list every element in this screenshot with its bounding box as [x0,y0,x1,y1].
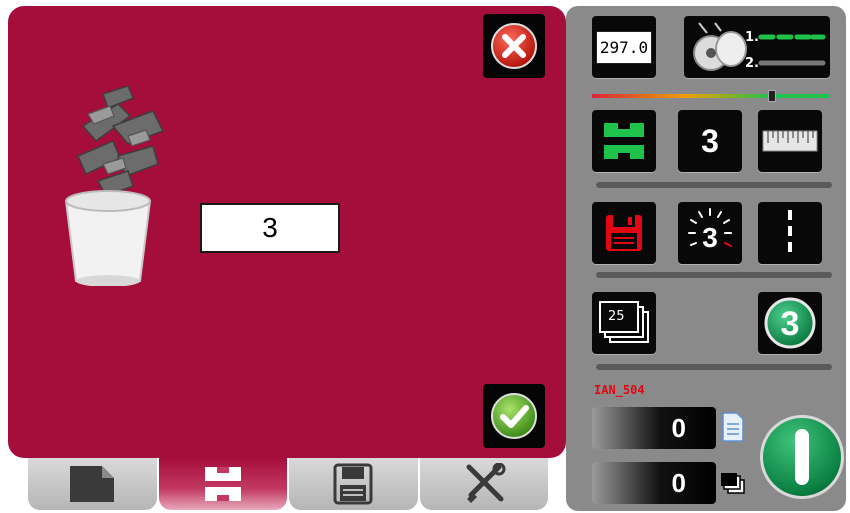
ruler-icon [762,130,818,152]
reject-panel: 3 [8,6,566,458]
reject-tray-icon [604,123,644,159]
batches-counter: 0 [592,462,716,504]
tab-document[interactable] [28,458,157,510]
save-tile[interactable] [592,202,656,264]
number-badge-tile[interactable]: 3 [758,292,822,354]
document-icon [722,412,744,442]
number-badge-icon: 3 [764,297,816,349]
reject-tray-tab-icon [204,467,241,501]
status-side-panel: 297.0 1. 2. 3 3 25 3 IAN_504 0 0 [566,6,846,511]
sheets-counter: 0 [592,407,716,449]
start-power-icon [795,429,809,485]
roll-feed-tile[interactable]: 1. 2. [684,16,830,78]
job-name-label: IAN_504 [594,383,645,397]
cut-line-tile[interactable] [758,202,822,264]
trash-bin-icon [64,86,165,286]
flash-count-tile[interactable]: 3 [678,202,742,264]
bottom-tab-bar [28,458,548,510]
reject-tray-tile[interactable] [592,110,656,172]
separator [596,272,832,278]
svg-text:3: 3 [702,222,718,253]
floppy-disk-icon [606,215,642,251]
close-button[interactable] [483,14,545,78]
batch-stack-tile[interactable]: 25 [592,292,656,354]
cut-line-icon [788,210,792,256]
speed-slider-thumb[interactable] [768,90,776,102]
svg-text:2.: 2. [745,56,759,71]
document-tab-icon [70,466,115,502]
separator [596,364,832,370]
separator [596,182,832,188]
counter-value: 3 [701,122,719,159]
tab-save[interactable] [289,458,418,510]
svg-text:1.: 1. [745,30,759,45]
start-button[interactable] [760,415,844,499]
confirm-button[interactable] [483,384,545,448]
ruler-tile[interactable] [758,110,822,172]
tab-tools[interactable] [419,458,548,510]
floppy-disk-tab-icon [333,463,373,505]
batch-stack-value: 25 [608,309,625,324]
speed-slider[interactable] [592,90,830,102]
roll-feed-icon: 1. 2. [693,22,826,71]
svg-text:3: 3 [781,305,800,343]
small-stack-icon [721,473,745,494]
checkmark-icon [491,393,537,439]
close-x-icon [491,23,537,69]
counter-tile[interactable]: 3 [678,110,742,172]
flash-count-icon: 3 [688,208,732,253]
length-value: 297.0 [595,30,653,64]
reject-count-field[interactable]: 3 [200,203,340,253]
tools-tab-icon [466,463,506,503]
length-tile[interactable]: 297.0 [592,16,656,78]
tab-reject[interactable] [158,458,287,510]
